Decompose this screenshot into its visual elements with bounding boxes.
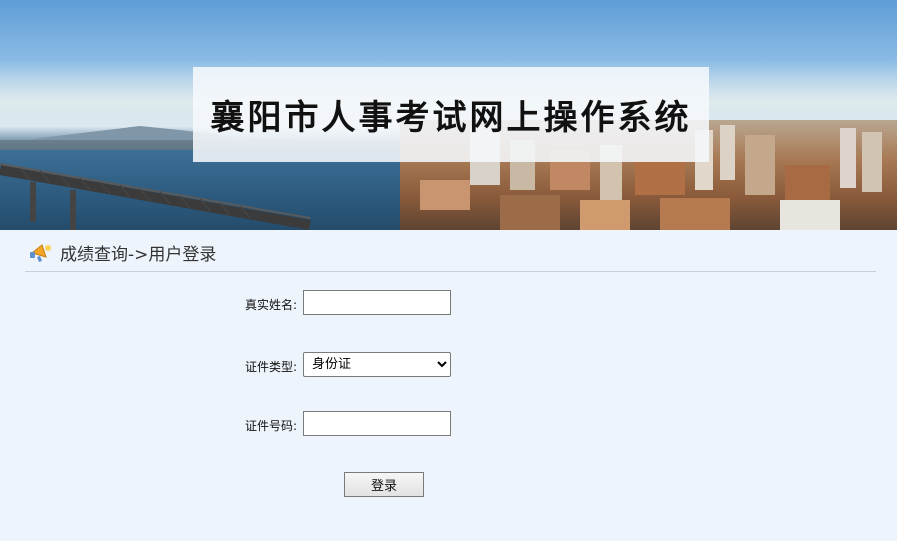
site-title: 襄阳市人事考试网上操作系统 (210, 98, 692, 138)
idtype-select[interactable]: 身份证 (303, 352, 451, 377)
idtype-row: 证件类型: 身份证 (0, 352, 897, 380)
name-input[interactable] (303, 290, 451, 315)
login-button[interactable]: 登录 (344, 472, 424, 497)
megaphone-icon (30, 244, 51, 262)
divider (25, 271, 876, 272)
idnum-row: 证件号码: (0, 411, 897, 439)
name-label: 真实姓名: (244, 297, 297, 312)
idnum-input[interactable] (303, 411, 451, 436)
idnum-label: 证件号码: (244, 418, 297, 433)
idtype-label: 证件类型: (244, 359, 297, 374)
breadcrumb-text: 成绩查询->用户登录 (60, 244, 217, 265)
banner-bridge (0, 163, 311, 230)
breadcrumb: 成绩查询->用户登录 (28, 238, 216, 266)
name-row: 真实姓名: (0, 290, 897, 318)
header-banner: 襄阳市人事考试网上操作系统 (0, 0, 897, 230)
